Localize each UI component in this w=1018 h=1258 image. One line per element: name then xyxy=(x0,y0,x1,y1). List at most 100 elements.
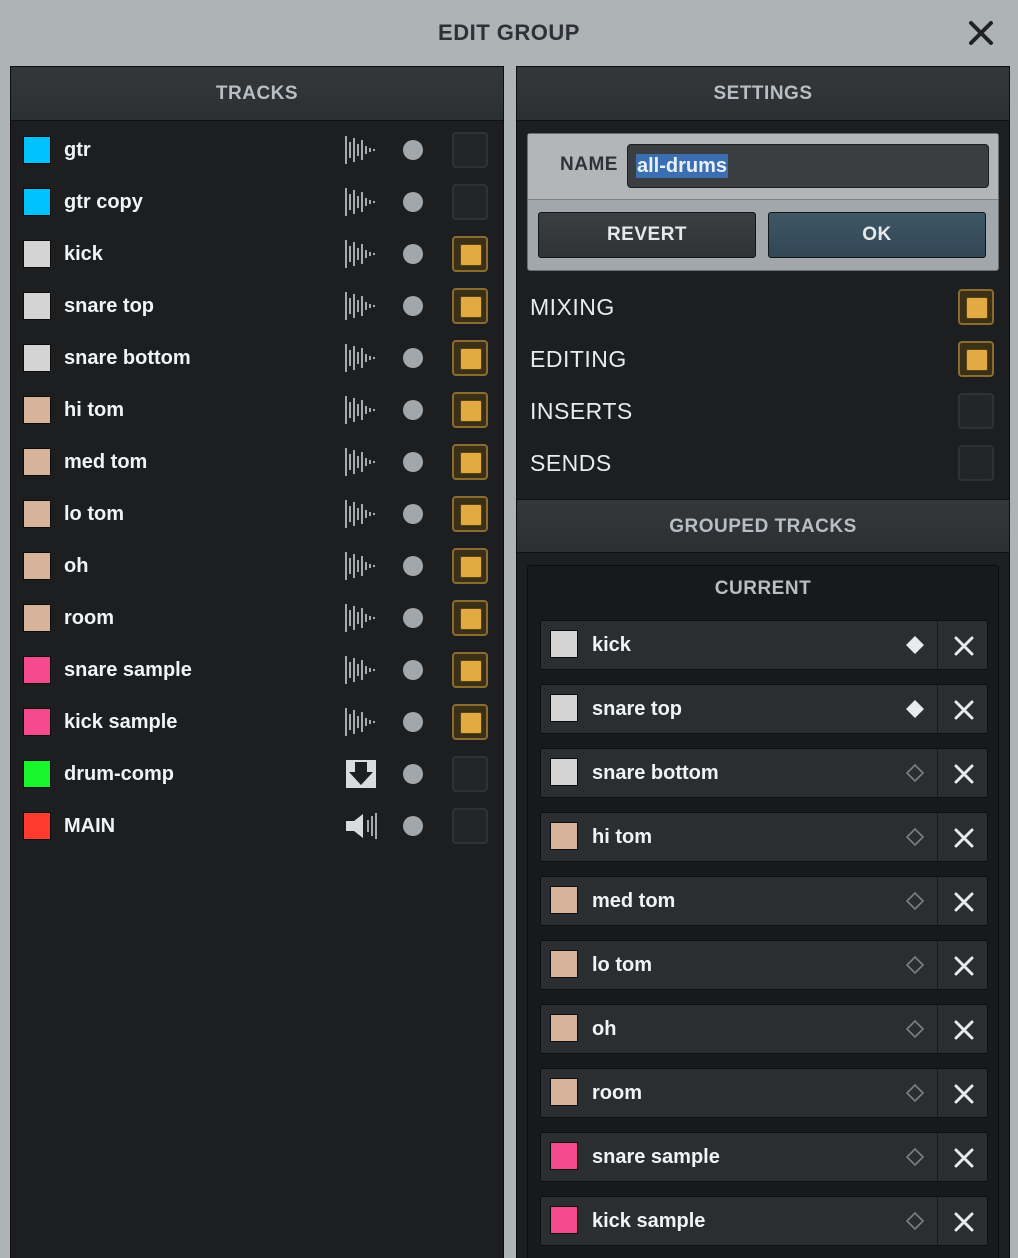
divider xyxy=(937,941,938,989)
remove-icon[interactable] xyxy=(953,699,975,721)
track-row[interactable]: drum-comp xyxy=(11,747,503,799)
track-name: MAIN xyxy=(64,815,116,837)
remove-icon[interactable] xyxy=(953,763,975,785)
remove-icon[interactable] xyxy=(953,827,975,849)
diamond-icon[interactable] xyxy=(905,1019,925,1039)
diamond-icon[interactable] xyxy=(905,763,925,783)
grouped-track-row: snare bottom xyxy=(540,748,988,798)
grouped-track-row: kick xyxy=(540,620,988,670)
track-group-checkbox[interactable] xyxy=(452,444,488,480)
grouped-track-row: kick sample xyxy=(540,1196,988,1246)
grouped-track-name: kick xyxy=(592,634,631,656)
remove-icon[interactable] xyxy=(953,1019,975,1041)
revert-button[interactable]: REVERT xyxy=(538,212,756,258)
track-row[interactable]: kick sample xyxy=(11,695,503,747)
track-color-swatch xyxy=(23,656,51,684)
waveform-icon xyxy=(344,706,378,738)
speaker-icon xyxy=(344,810,378,842)
name-label: NAME xyxy=(560,154,618,175)
track-row[interactable]: snare sample xyxy=(11,643,503,695)
remove-icon[interactable] xyxy=(953,1211,975,1233)
track-color-swatch xyxy=(23,500,51,528)
track-group-checkbox[interactable] xyxy=(452,704,488,740)
track-row[interactable]: MAIN xyxy=(11,799,503,851)
track-status-dot xyxy=(403,712,423,732)
diamond-icon[interactable] xyxy=(905,1083,925,1103)
track-group-checkbox[interactable] xyxy=(452,496,488,532)
track-row[interactable]: kick xyxy=(11,227,503,279)
track-row[interactable]: gtr xyxy=(11,123,503,175)
track-color-swatch xyxy=(550,1014,578,1042)
track-group-checkbox[interactable] xyxy=(452,756,488,792)
track-color-swatch xyxy=(23,396,51,424)
bus-icon xyxy=(344,758,378,790)
track-row[interactable]: room xyxy=(11,591,503,643)
track-color-swatch xyxy=(23,344,51,372)
track-color-swatch xyxy=(23,760,51,788)
close-icon[interactable] xyxy=(968,20,994,46)
option-checkbox[interactable] xyxy=(958,289,994,325)
divider xyxy=(937,1005,938,1053)
track-group-checkbox[interactable] xyxy=(452,392,488,428)
waveform-icon xyxy=(344,290,378,322)
remove-icon[interactable] xyxy=(953,635,975,657)
track-group-checkbox[interactable] xyxy=(452,808,488,844)
option-row-editing: EDITING xyxy=(517,333,1009,385)
track-group-checkbox[interactable] xyxy=(452,548,488,584)
track-group-checkbox[interactable] xyxy=(452,236,488,272)
track-status-dot xyxy=(403,452,423,472)
ok-button[interactable]: OK xyxy=(768,212,986,258)
diamond-icon[interactable] xyxy=(905,827,925,847)
diamond-icon[interactable] xyxy=(905,955,925,975)
track-row[interactable]: hi tom xyxy=(11,383,503,435)
track-name: hi tom xyxy=(64,399,124,421)
remove-icon[interactable] xyxy=(953,955,975,977)
settings-panel: SETTINGS NAME all-drums REVERT OK MIXING… xyxy=(516,66,1010,1258)
diamond-icon[interactable] xyxy=(905,1211,925,1231)
diamond-icon[interactable] xyxy=(905,1147,925,1167)
track-row[interactable]: oh xyxy=(11,539,503,591)
waveform-icon xyxy=(344,186,378,218)
track-group-checkbox[interactable] xyxy=(452,288,488,324)
track-group-checkbox[interactable] xyxy=(452,132,488,168)
track-row[interactable]: snare top xyxy=(11,279,503,331)
track-color-swatch xyxy=(23,812,51,840)
track-color-swatch xyxy=(23,136,51,164)
remove-icon[interactable] xyxy=(953,1147,975,1169)
track-group-checkbox[interactable] xyxy=(452,652,488,688)
divider xyxy=(937,621,938,669)
track-color-swatch xyxy=(550,1078,578,1106)
track-group-checkbox[interactable] xyxy=(452,600,488,636)
remove-icon[interactable] xyxy=(953,1083,975,1105)
grouped-track-name: kick sample xyxy=(592,1210,706,1232)
track-row[interactable]: lo tom xyxy=(11,487,503,539)
diamond-icon[interactable] xyxy=(905,699,925,719)
remove-icon[interactable] xyxy=(953,891,975,913)
group-name-input[interactable] xyxy=(627,144,989,188)
track-row[interactable]: snare bottom xyxy=(11,331,503,383)
track-row[interactable]: med tom xyxy=(11,435,503,487)
track-group-checkbox[interactable] xyxy=(452,340,488,376)
settings-header: SETTINGS xyxy=(517,67,1009,121)
track-row[interactable]: gtr copy xyxy=(11,175,503,227)
track-name: med tom xyxy=(64,451,148,473)
tracks-panel: TRACKS gtr gtr copy kick snare top snare bot… xyxy=(10,66,504,1258)
option-checkbox[interactable] xyxy=(958,393,994,429)
option-checkbox[interactable] xyxy=(958,445,994,481)
track-status-dot xyxy=(403,400,423,420)
grouped-track-name: snare top xyxy=(592,698,683,720)
current-label: CURRENT xyxy=(714,578,812,599)
waveform-icon xyxy=(344,446,378,478)
diamond-icon[interactable] xyxy=(905,635,925,655)
option-checkbox[interactable] xyxy=(958,341,994,377)
grouped-track-name: oh xyxy=(592,1018,617,1040)
dialog-title: EDIT GROUP xyxy=(438,20,580,45)
track-status-dot xyxy=(403,244,423,264)
track-name: room xyxy=(64,607,114,629)
diamond-icon[interactable] xyxy=(905,891,925,911)
waveform-icon xyxy=(344,654,378,686)
grouped-track-row: snare sample xyxy=(540,1132,988,1182)
track-name: gtr xyxy=(64,139,91,161)
track-group-checkbox[interactable] xyxy=(452,184,488,220)
current-group-list: CURRENT kick snare top snare bottom hi tom m… xyxy=(527,565,999,1258)
